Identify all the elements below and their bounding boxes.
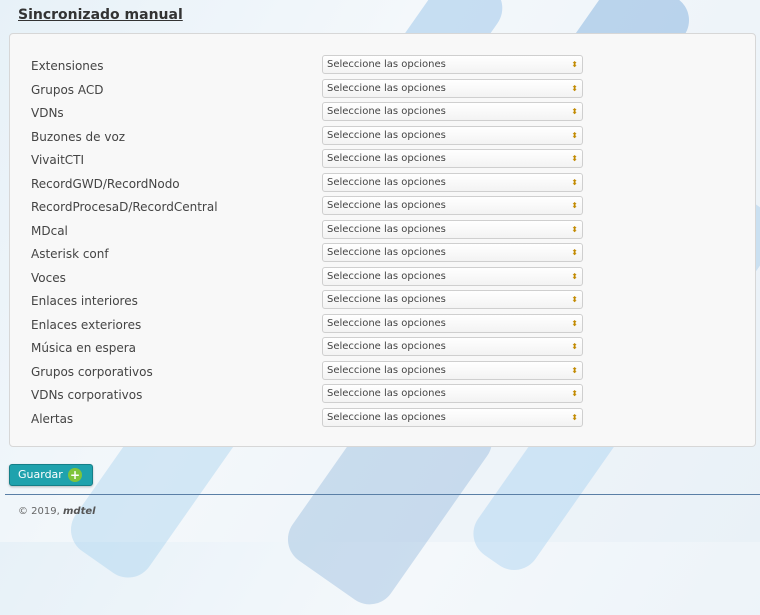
vdns-select[interactable]: Seleccione las opciones ⬍ <box>322 102 583 121</box>
select-value: Seleccione las opciones <box>327 59 446 70</box>
row-label: VDNs <box>31 106 64 120</box>
select-value: Seleccione las opciones <box>327 318 446 329</box>
select-arrows-icon: ⬍ <box>571 201 578 210</box>
form-row-alertas: Alertas Seleccione las opciones ⬍ <box>10 408 755 432</box>
vdns-corporativos-select[interactable]: Seleccione las opciones ⬍ <box>322 384 583 403</box>
row-label: Enlaces interiores <box>31 294 138 308</box>
form-row-recordgwd: RecordGWD/RecordNodo Seleccione las opci… <box>10 173 755 197</box>
select-arrows-icon: ⬍ <box>571 342 578 351</box>
select-arrows-icon: ⬍ <box>571 60 578 69</box>
form-row-extensiones: Extensiones Seleccione las opciones ⬍ <box>10 55 755 79</box>
footer-divider <box>5 494 760 495</box>
select-value: Seleccione las opciones <box>327 224 446 235</box>
select-value: Seleccione las opciones <box>327 200 446 211</box>
form-row-grupos-corporativos: Grupos corporativos Seleccione las opcio… <box>10 361 755 385</box>
select-value: Seleccione las opciones <box>327 271 446 282</box>
form-row-asterisk-conf: Asterisk conf Seleccione las opciones ⬍ <box>10 243 755 267</box>
footer-copyright: © 2019, <box>18 506 60 517</box>
select-arrows-icon: ⬍ <box>571 178 578 187</box>
select-value: Seleccione las opciones <box>327 365 446 376</box>
select-value: Seleccione las opciones <box>327 177 446 188</box>
select-arrows-icon: ⬍ <box>571 413 578 422</box>
row-label: Grupos corporativos <box>31 365 153 379</box>
select-value: Seleccione las opciones <box>327 153 446 164</box>
select-value: Seleccione las opciones <box>327 83 446 94</box>
extensiones-select[interactable]: Seleccione las opciones ⬍ <box>322 55 583 74</box>
select-arrows-icon: ⬍ <box>571 248 578 257</box>
recordprocesad-select[interactable]: Seleccione las opciones ⬍ <box>322 196 583 215</box>
select-arrows-icon: ⬍ <box>571 389 578 398</box>
select-value: Seleccione las opciones <box>327 247 446 258</box>
select-value: Seleccione las opciones <box>327 388 446 399</box>
select-arrows-icon: ⬍ <box>571 84 578 93</box>
row-label: RecordProcesaD/RecordCentral <box>31 200 218 214</box>
form-row-recordprocesad: RecordProcesaD/RecordCentral Seleccione … <box>10 196 755 220</box>
plus-icon: + <box>68 468 82 482</box>
form-row-vdns: VDNs Seleccione las opciones ⬍ <box>10 102 755 126</box>
musica-en-espera-select[interactable]: Seleccione las opciones ⬍ <box>322 337 583 356</box>
form-row-buzones-de-voz: Buzones de voz Seleccione las opciones ⬍ <box>10 126 755 150</box>
footer: © 2019, mdtel <box>18 506 96 517</box>
form-row-voces: Voces Seleccione las opciones ⬍ <box>10 267 755 291</box>
save-button[interactable]: Guardar + <box>9 464 93 486</box>
enlaces-interiores-select[interactable]: Seleccione las opciones ⬍ <box>322 290 583 309</box>
select-value: Seleccione las opciones <box>327 130 446 141</box>
row-label: Voces <box>31 271 66 285</box>
row-label: Alertas <box>31 412 74 426</box>
form-row-vivaitcti: VivaitCTI Seleccione las opciones ⬍ <box>10 149 755 173</box>
select-arrows-icon: ⬍ <box>571 366 578 375</box>
select-arrows-icon: ⬍ <box>571 319 578 328</box>
row-label: Enlaces exteriores <box>31 318 142 332</box>
row-label: Música en espera <box>31 341 137 355</box>
row-label: Extensiones <box>31 59 104 73</box>
row-label: Grupos ACD <box>31 83 104 97</box>
form-row-mdcal: MDcal Seleccione las opciones ⬍ <box>10 220 755 244</box>
row-label: Buzones de voz <box>31 130 126 144</box>
select-value: Seleccione las opciones <box>327 412 446 423</box>
form-row-vdns-corporativos: VDNs corporativos Seleccione las opcione… <box>10 384 755 408</box>
vivaitcti-select[interactable]: Seleccione las opciones ⬍ <box>322 149 583 168</box>
save-button-label: Guardar <box>18 468 63 481</box>
select-arrows-icon: ⬍ <box>571 131 578 140</box>
select-arrows-icon: ⬍ <box>571 107 578 116</box>
row-label: VDNs corporativos <box>31 388 143 402</box>
select-arrows-icon: ⬍ <box>571 272 578 281</box>
brand-logo-text: mdtel <box>63 506 96 517</box>
voces-select[interactable]: Seleccione las opciones ⬍ <box>322 267 583 286</box>
select-value: Seleccione las opciones <box>327 341 446 352</box>
select-arrows-icon: ⬍ <box>571 225 578 234</box>
recordgwd-select[interactable]: Seleccione las opciones ⬍ <box>322 173 583 192</box>
form-row-grupos-acd: Grupos ACD Seleccione las opciones ⬍ <box>10 79 755 103</box>
select-arrows-icon: ⬍ <box>571 295 578 304</box>
select-value: Seleccione las opciones <box>327 106 446 117</box>
enlaces-exteriores-select[interactable]: Seleccione las opciones ⬍ <box>322 314 583 333</box>
page-title: Sincronizado manual <box>18 7 183 23</box>
grupos-corporativos-select[interactable]: Seleccione las opciones ⬍ <box>322 361 583 380</box>
sync-options-panel: Extensiones Seleccione las opciones ⬍ Gr… <box>9 33 756 447</box>
row-label: Asterisk conf <box>31 247 109 261</box>
buzones-de-voz-select[interactable]: Seleccione las opciones ⬍ <box>322 126 583 145</box>
mdcal-select[interactable]: Seleccione las opciones ⬍ <box>322 220 583 239</box>
form-row-enlaces-exteriores: Enlaces exteriores Seleccione las opcion… <box>10 314 755 338</box>
asterisk-conf-select[interactable]: Seleccione las opciones ⬍ <box>322 243 583 262</box>
row-label: RecordGWD/RecordNodo <box>31 177 180 191</box>
row-label: VivaitCTI <box>31 153 85 167</box>
alertas-select[interactable]: Seleccione las opciones ⬍ <box>322 408 583 427</box>
form-row-musica-en-espera: Música en espera Seleccione las opciones… <box>10 337 755 361</box>
select-value: Seleccione las opciones <box>327 294 446 305</box>
grupos-acd-select[interactable]: Seleccione las opciones ⬍ <box>322 79 583 98</box>
row-label: MDcal <box>31 224 68 238</box>
select-arrows-icon: ⬍ <box>571 154 578 163</box>
form-row-enlaces-interiores: Enlaces interiores Seleccione las opcion… <box>10 290 755 314</box>
